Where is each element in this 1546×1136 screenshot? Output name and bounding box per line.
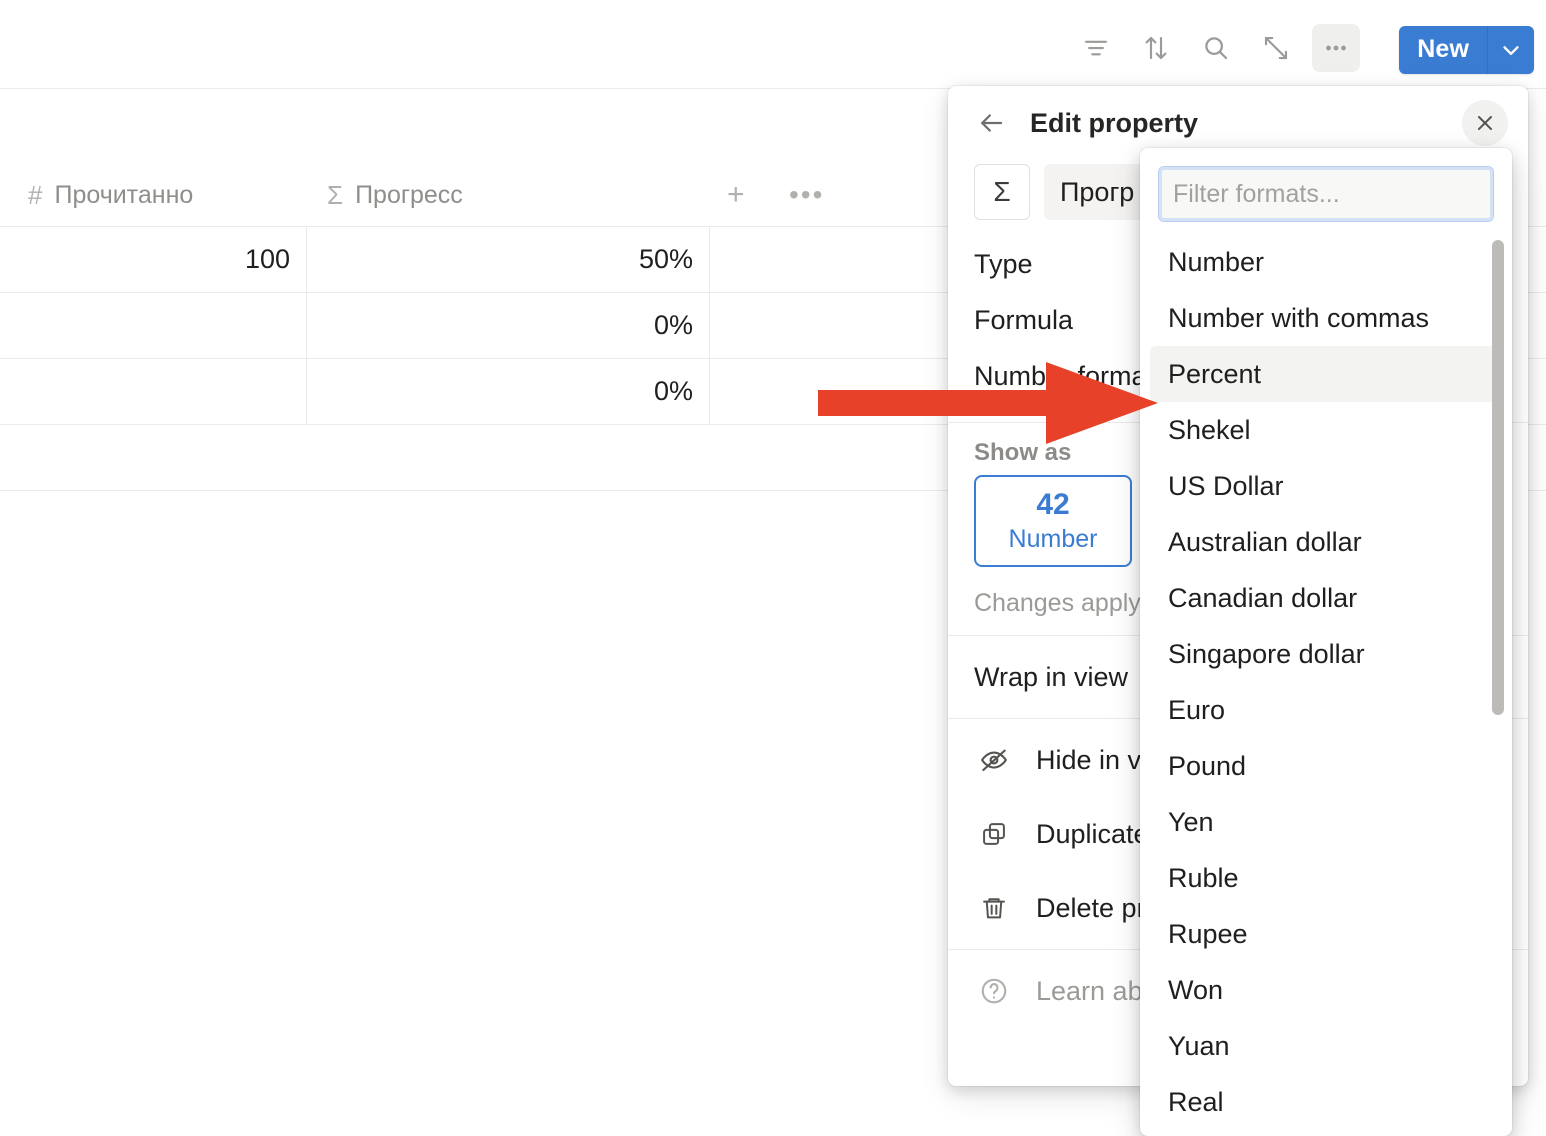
column-header-progress[interactable]: Σ Прогресс — [327, 180, 463, 211]
format-option-pound[interactable]: Pound — [1150, 738, 1502, 794]
show-as-sample: 42 — [1036, 488, 1070, 521]
show-as-name: Number — [1008, 525, 1098, 553]
wrap-in-view-label: Wrap in view — [974, 661, 1129, 692]
format-option-shekel[interactable]: Shekel — [1150, 402, 1502, 458]
expand-icon[interactable] — [1252, 24, 1300, 72]
format-option-number[interactable]: Number — [1150, 234, 1502, 290]
column-header-label: Прочитанно — [54, 180, 194, 209]
cell-empty[interactable] — [710, 359, 940, 425]
cell-progress[interactable]: 0% — [307, 292, 710, 359]
filter-icon[interactable] — [1072, 24, 1120, 72]
more-icon[interactable] — [1312, 24, 1360, 72]
app-root: New # Прочитанно Σ Прогресс + ••• 100 50… — [0, 0, 1546, 1136]
hash-icon: # — [28, 179, 43, 210]
arrow-left-icon[interactable] — [968, 100, 1014, 146]
column-header-label: Прогресс — [355, 180, 463, 209]
close-icon[interactable] — [1462, 100, 1508, 146]
format-option-list: Number Number with commas Percent Shekel… — [1140, 234, 1512, 1130]
chevron-down-icon[interactable] — [1488, 26, 1534, 74]
eye-off-icon — [974, 745, 1014, 775]
format-option-number-with-commas[interactable]: Number with commas — [1150, 290, 1502, 346]
cell-read[interactable]: 100 — [0, 226, 307, 293]
toolbar-icon-group — [1072, 24, 1360, 72]
new-button[interactable]: New — [1399, 26, 1488, 74]
property-type-icon-button[interactable]: Σ — [974, 164, 1030, 220]
cell-empty[interactable] — [710, 227, 940, 293]
format-option-singapore-dollar[interactable]: Singapore dollar — [1150, 626, 1502, 682]
cell-read[interactable] — [0, 292, 307, 359]
cell-progress[interactable]: 50% — [307, 226, 710, 293]
format-option-us-dollar[interactable]: US Dollar — [1150, 458, 1502, 514]
new-button-group: New — [1399, 26, 1534, 74]
table-more-icon[interactable]: ••• — [789, 181, 824, 209]
format-option-canadian-dollar[interactable]: Canadian dollar — [1150, 570, 1502, 626]
sigma-icon: Σ — [327, 179, 344, 210]
format-option-won[interactable]: Won — [1150, 962, 1502, 1018]
format-option-yuan[interactable]: Yuan — [1150, 1018, 1502, 1074]
format-option-rupee[interactable]: Rupee — [1150, 906, 1502, 962]
duplicate-icon — [974, 820, 1014, 848]
format-option-ruble[interactable]: Ruble — [1150, 850, 1502, 906]
show-as-number-option[interactable]: 42 Number — [974, 475, 1132, 567]
format-search-wrap — [1140, 148, 1512, 234]
cell-progress[interactable]: 0% — [307, 358, 710, 425]
cell-read[interactable] — [0, 358, 307, 425]
trash-icon — [974, 894, 1014, 922]
sort-icon[interactable] — [1132, 24, 1180, 72]
format-option-australian-dollar[interactable]: Australian dollar — [1150, 514, 1502, 570]
add-column-icon[interactable]: + — [727, 178, 745, 212]
question-circle-icon — [974, 976, 1014, 1006]
filter-formats-input[interactable] — [1158, 166, 1494, 222]
top-toolbar: New — [0, 0, 1546, 88]
format-option-percent[interactable]: Percent — [1150, 346, 1502, 402]
search-icon[interactable] — [1192, 24, 1240, 72]
page-title: Edit property — [1030, 107, 1199, 138]
dropdown-scrollbar[interactable] — [1492, 240, 1504, 715]
cell-empty[interactable] — [710, 293, 940, 359]
format-option-real[interactable]: Real — [1150, 1074, 1502, 1130]
format-option-yen[interactable]: Yen — [1150, 794, 1502, 850]
number-format-dropdown: Number Number with commas Percent Shekel… — [1140, 148, 1512, 1136]
column-header-read[interactable]: # Прочитанно — [28, 180, 193, 211]
format-option-euro[interactable]: Euro — [1150, 682, 1502, 738]
